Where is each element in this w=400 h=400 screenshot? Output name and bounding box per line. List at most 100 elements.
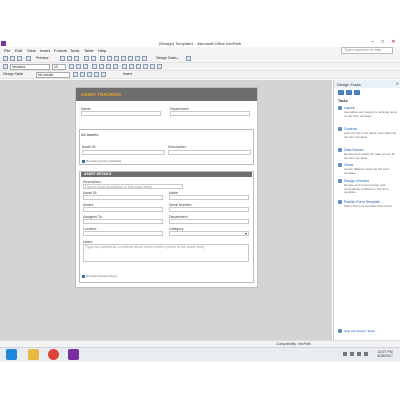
bold-icon[interactable] (69, 64, 74, 69)
flag-icon[interactable] (350, 352, 354, 356)
location-field[interactable] (83, 231, 163, 236)
assigned-to-field[interactable] (83, 219, 163, 224)
copy-icon[interactable] (67, 56, 72, 61)
menu-tools[interactable]: Tools (70, 48, 79, 53)
insert-table-icon[interactable] (107, 56, 112, 61)
description-field[interactable] (168, 150, 251, 155)
table-icon[interactable] (100, 56, 105, 61)
menu-table[interactable]: Table (84, 48, 94, 53)
format-painter-icon[interactable] (142, 56, 147, 61)
maximize-button[interactable]: □ (378, 39, 387, 46)
bullets-icon[interactable] (122, 64, 127, 69)
tray-arrow-icon[interactable] (343, 352, 347, 356)
help-icon (338, 329, 342, 333)
name-field[interactable] (81, 111, 161, 116)
menu-edit[interactable]: Edit (15, 48, 22, 53)
form-banner: ASSET TRACKING (76, 88, 257, 101)
remove-asset-link[interactable]: Removing Asset (Variable) (82, 159, 121, 163)
justify-icon[interactable] (113, 64, 118, 69)
internet-explorer-icon[interactable] (6, 349, 17, 360)
save-icon[interactable] (17, 56, 22, 61)
publish-icon (338, 200, 342, 204)
details-description-field[interactable]: [Type a short description of this asset … (83, 184, 183, 189)
task-pane-close-button[interactable]: ✕ (396, 81, 399, 86)
chrome-icon[interactable] (48, 349, 59, 360)
font-name-select[interactable]: Verdana (10, 64, 50, 70)
help-search-input[interactable]: Type a question for help (341, 47, 393, 54)
notes-field[interactable]: [Type any additional comments about and/… (83, 244, 249, 262)
task-pane-title: Design Tasks (337, 82, 361, 87)
menu-format[interactable]: Format (54, 48, 67, 53)
align-center-icon[interactable] (99, 64, 104, 69)
clock[interactable]: 12:07 PM 4/25/2017 (374, 350, 396, 358)
spelling-icon[interactable] (128, 56, 133, 61)
serial-number-field[interactable] (169, 207, 249, 212)
home-icon[interactable] (354, 90, 360, 95)
department-field[interactable] (170, 111, 250, 116)
forward-icon[interactable] (346, 90, 352, 95)
minimize-button[interactable]: – (368, 39, 377, 46)
highlight-icon[interactable] (150, 64, 155, 69)
file-explorer-icon[interactable] (28, 349, 39, 360)
layout-icon (338, 106, 342, 110)
design-table-button[interactable]: Design Table (3, 72, 23, 76)
font-size-select[interactable]: 10 (52, 64, 66, 70)
help-with-design-tasks-link[interactable]: Help with Design Tasks (344, 329, 375, 333)
data-source-icon (338, 148, 342, 152)
align-left-icon[interactable] (92, 64, 97, 69)
infopath-taskbar-icon[interactable] (68, 349, 79, 360)
form-template: ASSET TRACKING Name: Department: All Ass… (75, 87, 258, 288)
network-icon[interactable] (357, 352, 361, 356)
undo-icon[interactable] (84, 56, 89, 61)
details-department-field[interactable] (169, 219, 249, 224)
cut-icon[interactable] (60, 56, 65, 61)
shading-icon[interactable] (80, 72, 85, 77)
title-bar (0, 0, 400, 47)
all-assets-title: All Assets (81, 132, 99, 137)
menu-insert[interactable]: Insert (40, 48, 50, 53)
paste-icon[interactable] (74, 56, 79, 61)
details-asset-id-field[interactable] (83, 195, 163, 200)
table-properties-icon[interactable] (101, 72, 106, 77)
category-dropdown[interactable]: ▾ (169, 231, 249, 236)
description-column-label: Description: (168, 145, 187, 149)
menu-file[interactable]: File (4, 48, 10, 53)
menu-help[interactable]: Help (98, 48, 106, 53)
design-checker-icon (338, 179, 342, 183)
preview-button[interactable]: Preview (36, 56, 48, 60)
open-icon[interactable] (10, 56, 15, 61)
redo-icon[interactable] (91, 56, 96, 61)
print-icon[interactable] (26, 56, 31, 61)
help-icon[interactable] (186, 56, 191, 61)
increase-indent-icon[interactable] (143, 64, 148, 69)
design-tasks-button[interactable]: Design Tasks... (156, 56, 180, 60)
menu-view[interactable]: View (27, 48, 36, 53)
back-icon[interactable] (338, 90, 344, 95)
align-right-icon[interactable] (106, 64, 111, 69)
remove-asset-view-link[interactable]: Removing Asset (View) (82, 274, 117, 278)
asset-id-field[interactable] (82, 150, 165, 155)
decrease-indent-icon[interactable] (136, 64, 141, 69)
split-cells-icon[interactable] (121, 56, 126, 61)
make-field[interactable] (169, 195, 249, 200)
font-color-icon[interactable] (157, 64, 162, 69)
zoom-icon[interactable] (135, 56, 140, 61)
eraser-icon[interactable] (94, 72, 99, 77)
border-style-select[interactable]: No border (36, 72, 70, 78)
close-button[interactable]: ✕ (389, 39, 398, 46)
italic-icon[interactable] (76, 64, 81, 69)
infopath-app-icon[interactable] (1, 41, 6, 46)
new-icon[interactable] (3, 56, 8, 61)
underline-icon[interactable] (83, 64, 88, 69)
merge-cells-icon[interactable] (114, 56, 119, 61)
numbering-icon[interactable] (129, 64, 134, 69)
draw-table-icon[interactable] (87, 72, 92, 77)
model-field[interactable] (83, 207, 163, 212)
controls-icon (338, 127, 342, 131)
insert-rows-button[interactable]: Insert (123, 72, 132, 76)
volume-icon[interactable] (364, 352, 368, 356)
border-icon[interactable] (73, 72, 78, 77)
status-bar: Compatibility: InfoPath (0, 340, 400, 347)
styles-icon[interactable] (3, 64, 8, 69)
compatibility-status: Compatibility: InfoPath (276, 342, 312, 346)
